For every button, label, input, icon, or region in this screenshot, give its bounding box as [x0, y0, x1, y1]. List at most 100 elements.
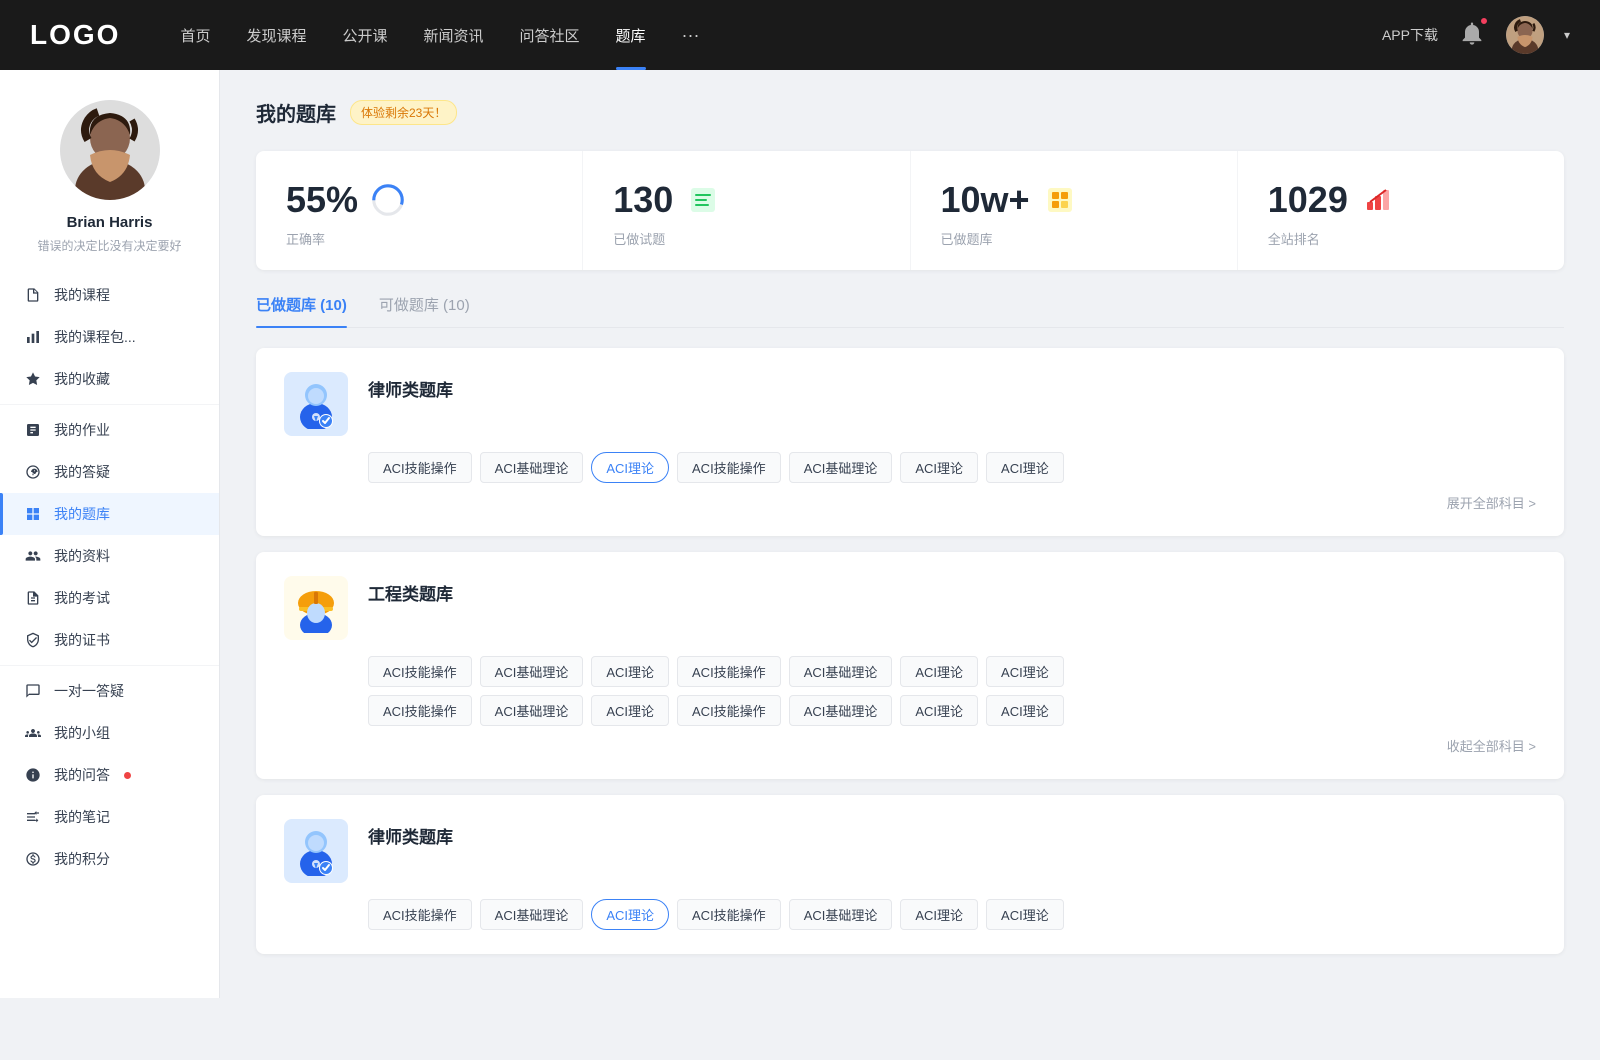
- page-wrapper: Brian Harris 错误的决定比没有决定要好 我的课程 我的课程包...: [0, 70, 1600, 998]
- app-download-link[interactable]: APP下载: [1382, 25, 1438, 45]
- grid-icon: [24, 505, 42, 523]
- question-icon: [24, 463, 42, 481]
- user-menu-chevron[interactable]: ▾: [1564, 28, 1570, 42]
- sidebar-item-my-courses[interactable]: 我的课程: [0, 274, 219, 316]
- page-header: 我的题库 体验剩余23天！: [256, 98, 1564, 127]
- nav-qbank[interactable]: 题库: [616, 25, 646, 46]
- tag-1[interactable]: ACI基础理论: [480, 452, 584, 483]
- star-icon: [24, 370, 42, 388]
- sidebar-item-points[interactable]: 我的积分: [0, 838, 219, 880]
- sidebar-label-my-qbank: 我的题库: [54, 504, 110, 524]
- pie-chart-icon: [370, 182, 406, 218]
- tag-5[interactable]: ACI理论: [900, 452, 978, 483]
- l2-tag-3[interactable]: ACI技能操作: [677, 899, 781, 930]
- sidebar-item-homework[interactable]: 我的作业: [0, 409, 219, 451]
- sidebar-item-tutoring[interactable]: 一对一答疑: [0, 670, 219, 712]
- user-avatar[interactable]: [1506, 16, 1544, 54]
- eng-tag-r2-0[interactable]: ACI技能操作: [368, 695, 472, 726]
- qbank-card-engineering: 工程类题库 ACI技能操作 ACI基础理论 ACI理论 ACI技能操作 ACI基…: [256, 552, 1564, 779]
- sidebar-user-name: Brian Harris: [67, 214, 153, 231]
- doc-icon: [24, 421, 42, 439]
- sidebar-item-my-packages[interactable]: 我的课程包...: [0, 316, 219, 358]
- cert-icon: [24, 631, 42, 649]
- eng-tag-r1-5[interactable]: ACI理论: [900, 656, 978, 687]
- sidebar-item-my-qbank[interactable]: 我的题库: [0, 493, 219, 535]
- tag-2-active[interactable]: ACI理论: [591, 452, 669, 483]
- sidebar-label-my-exams: 我的考试: [54, 588, 110, 608]
- nav-qa[interactable]: 问答社区: [520, 25, 580, 46]
- nav-open-course[interactable]: 公开课: [342, 25, 387, 46]
- l2-tag-2-active[interactable]: ACI理论: [591, 899, 669, 930]
- nav-news[interactable]: 新闻资讯: [424, 25, 484, 46]
- sidebar-item-groups[interactable]: 我的小组: [0, 712, 219, 754]
- qbank-tags-engineering-row1: ACI技能操作 ACI基础理论 ACI理论 ACI技能操作 ACI基础理论 AC…: [368, 656, 1536, 687]
- page-title: 我的题库: [256, 98, 336, 127]
- nav-home[interactable]: 首页: [180, 25, 210, 46]
- doc2-icon: [24, 589, 42, 607]
- stat-ranking: 1029 全站排名: [1238, 151, 1564, 270]
- l2-tag-6[interactable]: ACI理论: [986, 899, 1064, 930]
- nav-links: 首页 发现课程 公开课 新闻资讯 问答社区 题库 ···: [180, 25, 1382, 46]
- l2-tag-4[interactable]: ACI基础理论: [789, 899, 893, 930]
- expand-link-1[interactable]: 展开全部科目 >: [284, 493, 1536, 512]
- qbank-tags-lawyer-1: ACI技能操作 ACI基础理论 ACI理论 ACI技能操作 ACI基础理论 AC…: [368, 452, 1536, 483]
- tag-4[interactable]: ACI基础理论: [789, 452, 893, 483]
- chat-icon: [24, 682, 42, 700]
- trial-badge: 体验剩余23天！: [350, 100, 457, 125]
- stat-value-banks: 10w+: [941, 179, 1030, 221]
- eng-tag-r1-0[interactable]: ACI技能操作: [368, 656, 472, 687]
- sidebar-user-motto: 错误的决定比没有决定要好: [27, 237, 191, 254]
- sidebar-label-my-packages: 我的课程包...: [54, 327, 136, 347]
- qbank-header-lawyer-2: 律师类题库: [284, 819, 1536, 883]
- tag-3[interactable]: ACI技能操作: [677, 452, 781, 483]
- stat-label-ranking: 全站排名: [1268, 229, 1534, 248]
- eng-tag-r1-6[interactable]: ACI理论: [986, 656, 1064, 687]
- eng-tag-r2-4[interactable]: ACI基础理论: [789, 695, 893, 726]
- collapse-link[interactable]: 收起全部科目 >: [284, 736, 1536, 755]
- l2-tag-5[interactable]: ACI理论: [900, 899, 978, 930]
- eng-tag-r2-5[interactable]: ACI理论: [900, 695, 978, 726]
- qbank-card-lawyer-2: 律师类题库 ACI技能操作 ACI基础理论 ACI理论 ACI技能操作 ACI基…: [256, 795, 1564, 954]
- note-icon: [24, 808, 42, 826]
- eng-tag-r2-3[interactable]: ACI技能操作: [677, 695, 781, 726]
- nav-more[interactable]: ···: [682, 25, 700, 46]
- eng-tag-r1-3[interactable]: ACI技能操作: [677, 656, 781, 687]
- file-icon: [24, 286, 42, 304]
- sidebar-label-my-data: 我的资料: [54, 546, 110, 566]
- sidebar-item-questions[interactable]: 我的问答: [0, 754, 219, 796]
- tab-available-banks[interactable]: 可做题库 (10): [379, 294, 470, 327]
- sidebar-item-my-qa[interactable]: 我的答疑: [0, 451, 219, 493]
- tag-6[interactable]: ACI理论: [986, 452, 1064, 483]
- tag-0[interactable]: ACI技能操作: [368, 452, 472, 483]
- list-chart-icon: [685, 182, 721, 218]
- eng-tag-r1-1[interactable]: ACI基础理论: [480, 656, 584, 687]
- stat-value-questions: 130: [613, 179, 673, 221]
- qbank-title-lawyer-2: 律师类题库: [368, 819, 453, 848]
- notification-bell[interactable]: [1458, 19, 1486, 52]
- sidebar-item-my-exams[interactable]: 我的考试: [0, 577, 219, 619]
- tab-done-banks[interactable]: 已做题库 (10): [256, 294, 347, 327]
- sidebar-item-notes[interactable]: 我的笔记: [0, 796, 219, 838]
- qbank-tags-lawyer-2: ACI技能操作 ACI基础理论 ACI理论 ACI技能操作 ACI基础理论 AC…: [368, 899, 1536, 930]
- notification-badge: [1479, 16, 1489, 26]
- sidebar-label-homework: 我的作业: [54, 420, 110, 440]
- logo[interactable]: LOGO: [30, 19, 120, 51]
- l2-tag-1[interactable]: ACI基础理论: [480, 899, 584, 930]
- eng-tag-r2-2[interactable]: ACI理论: [591, 695, 669, 726]
- sidebar-item-my-data[interactable]: 我的资料: [0, 535, 219, 577]
- sidebar-item-certificates[interactable]: 我的证书: [0, 619, 219, 661]
- l2-tag-0[interactable]: ACI技能操作: [368, 899, 472, 930]
- sidebar-label-my-courses: 我的课程: [54, 285, 110, 305]
- eng-tag-r2-1[interactable]: ACI基础理论: [480, 695, 584, 726]
- sidebar-item-favorites[interactable]: 我的收藏: [0, 358, 219, 400]
- sidebar-label-my-qa: 我的答疑: [54, 462, 110, 482]
- stat-value-ranking: 1029: [1268, 179, 1348, 221]
- stat-correct-rate: 55% 正确率: [256, 151, 583, 270]
- qbank-title-engineering: 工程类题库: [368, 576, 453, 605]
- eng-tag-r2-6[interactable]: ACI理论: [986, 695, 1064, 726]
- eng-tag-r1-4[interactable]: ACI基础理论: [789, 656, 893, 687]
- sidebar-label-groups: 我的小组: [54, 723, 110, 743]
- nav-discover[interactable]: 发现课程: [246, 25, 306, 46]
- bar-chart-icon: [1360, 182, 1396, 218]
- eng-tag-r1-2[interactable]: ACI理论: [591, 656, 669, 687]
